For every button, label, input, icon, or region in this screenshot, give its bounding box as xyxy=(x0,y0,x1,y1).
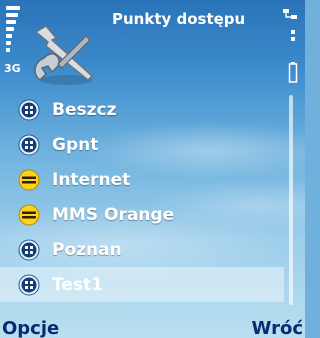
screen: 3G Punkty dostępu Beszcz Gpnt Internet M… xyxy=(0,0,305,338)
list-item-mms-orange[interactable]: MMS Orange xyxy=(0,197,284,232)
list-item-gpnt[interactable]: Gpnt xyxy=(0,127,284,162)
packet-data-icon xyxy=(18,274,40,295)
packet-data-icon xyxy=(18,134,40,155)
right-softkey-back[interactable]: Wróć xyxy=(252,318,303,338)
list-item-internet[interactable]: Internet xyxy=(0,162,284,197)
list-item-label: Internet xyxy=(52,169,131,190)
scrollbar[interactable] xyxy=(289,95,293,305)
packet-data-icon xyxy=(18,239,40,260)
left-softkey-options[interactable]: Opcje xyxy=(2,318,59,338)
packet-data-icon xyxy=(18,99,40,120)
battery-icon xyxy=(288,30,298,83)
list-item-poznan[interactable]: Poznan xyxy=(0,232,284,267)
list-item-label: Poznan xyxy=(52,239,122,260)
internet-access-icon xyxy=(18,169,40,190)
list-item-label: Test1 xyxy=(52,274,103,295)
list-item-test1[interactable]: Test1 xyxy=(0,267,284,302)
settings-tools-icon xyxy=(34,25,94,85)
list-item-label: Gpnt xyxy=(52,134,99,155)
network-type-label: 3G xyxy=(4,62,21,75)
list-item-beszcz[interactable]: Beszcz xyxy=(0,92,284,127)
connection-icon xyxy=(283,9,297,19)
internet-access-icon xyxy=(18,204,40,225)
signal-strength-icon xyxy=(6,6,20,62)
list-item-label: MMS Orange xyxy=(52,204,175,225)
access-point-list: Beszcz Gpnt Internet MMS Orange Poznan T… xyxy=(0,92,284,302)
page-title: Punkty dostępu xyxy=(112,10,246,28)
list-item-label: Beszcz xyxy=(52,99,117,120)
